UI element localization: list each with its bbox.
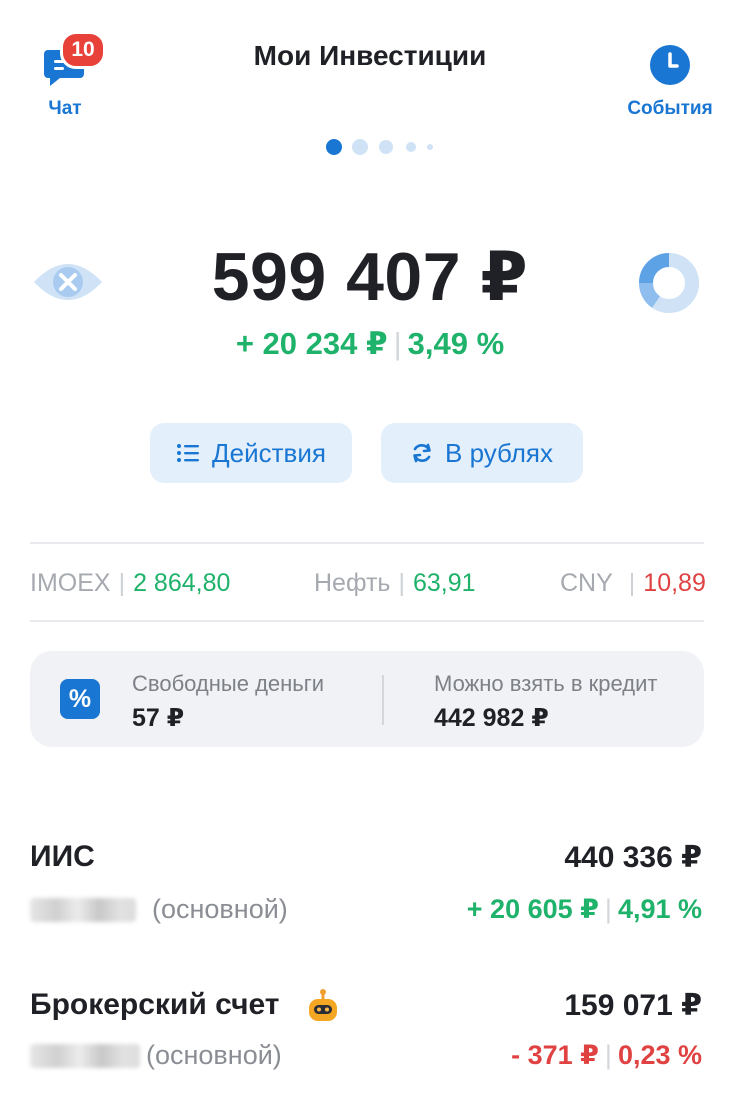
currency-label: В рублях bbox=[445, 437, 553, 468]
free-money-label: Свободные деньги bbox=[132, 671, 325, 696]
page-dot[interactable] bbox=[406, 142, 416, 152]
eye-hidden-icon bbox=[34, 264, 102, 300]
divider bbox=[30, 542, 704, 544]
account-row-broker[interactable]: Брокерский счет 159 071 ₽ (основной) - 3… bbox=[0, 978, 740, 1088]
actions-label: Действия bbox=[212, 437, 326, 468]
hide-balance-button[interactable] bbox=[32, 252, 104, 312]
robot-icon bbox=[309, 989, 337, 1021]
market-name: CNY bbox=[560, 568, 613, 597]
separator: | bbox=[118, 568, 126, 597]
market-name: Нефть bbox=[314, 568, 391, 597]
page-indicator bbox=[326, 138, 436, 156]
clock-icon bbox=[650, 45, 690, 85]
chat-button[interactable]: 10 Чат bbox=[28, 28, 106, 124]
account-name: Брокерский счет bbox=[30, 988, 280, 1021]
refresh-icon bbox=[413, 443, 431, 463]
separator: | bbox=[393, 326, 402, 361]
market-value: 10,89 bbox=[643, 568, 706, 597]
allocation-chart-button[interactable] bbox=[636, 250, 702, 316]
account-amount: 440 336 ₽ bbox=[564, 841, 702, 874]
donut-chart-icon bbox=[638, 253, 699, 313]
separator: | bbox=[604, 894, 612, 924]
actions-button[interactable]: Действия bbox=[150, 423, 352, 483]
account-number-redacted bbox=[30, 1044, 140, 1068]
separator: | bbox=[604, 1040, 612, 1070]
credit-label: Можно взять в кредит bbox=[434, 671, 658, 696]
market-item-imoex[interactable]: IMOEX | 2 864,80 bbox=[30, 565, 230, 601]
separator: | bbox=[398, 568, 405, 597]
free-money-value: 57 ₽ bbox=[132, 704, 185, 732]
page-dot[interactable] bbox=[379, 140, 393, 154]
separator: | bbox=[628, 568, 636, 597]
account-change-amount: - 371 ₽ bbox=[511, 1040, 599, 1070]
account-change-amount: + 20 605 ₽ bbox=[466, 894, 599, 924]
portfolio-total: 599 407 ₽ bbox=[211, 239, 529, 315]
account-amount: 159 071 ₽ bbox=[564, 989, 702, 1022]
percent-icon: % bbox=[60, 679, 100, 719]
account-name: ИИС bbox=[30, 840, 95, 873]
card-divider bbox=[382, 675, 384, 725]
page-dot[interactable] bbox=[352, 139, 368, 155]
portfolio-change-percent: 3,49 % bbox=[407, 326, 505, 361]
account-change-percent: 0,23 % bbox=[617, 1040, 702, 1070]
account-row-iis[interactable]: ИИС 440 336 ₽ (основной) + 20 605 ₽ | 4,91… bbox=[0, 830, 740, 940]
page-title: Мои Инвестиции bbox=[253, 40, 487, 71]
account-tag: (основной) bbox=[146, 1040, 282, 1070]
page-dot-active[interactable] bbox=[326, 139, 342, 155]
money-card[interactable]: % Свободные деньги 57 ₽ Можно взять в кр… bbox=[30, 651, 704, 747]
market-value: 2 864,80 bbox=[133, 568, 231, 597]
account-number-redacted bbox=[30, 898, 136, 922]
divider bbox=[30, 620, 704, 622]
chat-unread-badge: 10 bbox=[60, 31, 106, 69]
credit-value: 442 982 ₽ bbox=[434, 704, 549, 732]
account-change: - 371 ₽ | 0,23 % bbox=[511, 1040, 702, 1071]
account-change: + 20 605 ₽ | 4,91 % bbox=[467, 894, 702, 925]
market-value: 63,91 bbox=[412, 568, 476, 597]
account-change-percent: 4,91 % bbox=[617, 894, 702, 924]
page-dot[interactable] bbox=[427, 144, 433, 150]
list-icon bbox=[177, 444, 200, 462]
currency-toggle-button[interactable]: В рублях bbox=[381, 423, 583, 483]
portfolio-change-amount: + 20 234 ₽ bbox=[235, 326, 388, 361]
portfolio-change: + 20 234 ₽ | 3,49 % bbox=[170, 326, 570, 362]
events-button[interactable]: События bbox=[620, 40, 720, 126]
market-item-oil[interactable]: Нефть | 63,91 bbox=[314, 565, 476, 601]
events-label: События bbox=[627, 98, 713, 119]
market-item-cny[interactable]: CNY | 10,89 bbox=[560, 565, 706, 601]
account-tag: (основной) bbox=[152, 894, 288, 924]
chat-label: Чат bbox=[48, 98, 82, 119]
market-name: IMOEX bbox=[30, 568, 111, 597]
